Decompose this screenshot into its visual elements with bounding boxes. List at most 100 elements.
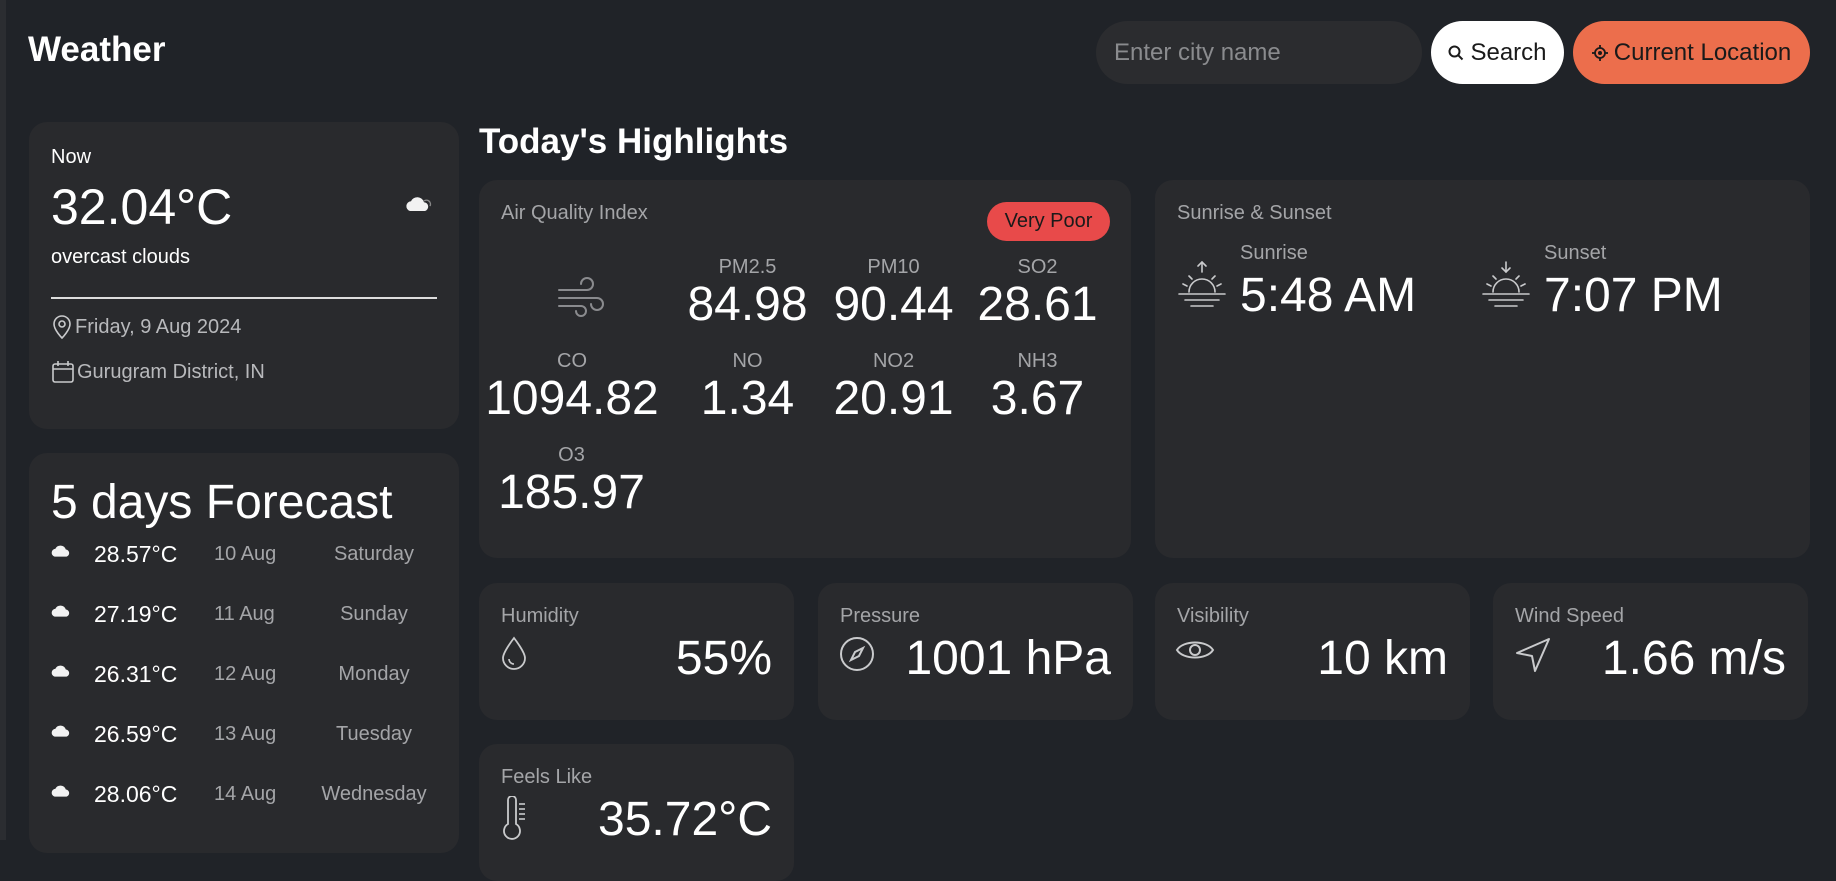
forecast-day: Monday bbox=[338, 663, 410, 685]
forecast-day: Wednesday bbox=[321, 783, 427, 805]
sunset-time: 7:07 PM bbox=[1544, 269, 1723, 322]
sunrise-sunset-card: Sunrise & Sunset Sunrise 5:48 AM Sunset bbox=[1155, 180, 1810, 558]
now-label: Now bbox=[51, 146, 92, 168]
pressure-value: 1001 hPa bbox=[905, 632, 1111, 685]
cloud-icon bbox=[51, 545, 70, 557]
wind-speed-label: Wind Speed bbox=[1515, 605, 1624, 627]
aqi-item-pm25: PM2.5 84.98 bbox=[675, 256, 820, 331]
aqi-item-value: 84.98 bbox=[687, 278, 808, 331]
current-location-label: Current Location bbox=[1613, 38, 1792, 66]
aqi-item-value: 20.91 bbox=[833, 372, 954, 425]
location-row: Gurugram District, IN bbox=[51, 360, 265, 384]
cloud-icon bbox=[51, 605, 70, 617]
pressure-card: Pressure 1001 hPa bbox=[818, 583, 1133, 720]
current-weather-card: Now 32.04°C overcast clouds Friday, 9 Au… bbox=[29, 122, 459, 429]
forecast-temp: 27.19°C bbox=[94, 601, 178, 627]
current-condition: overcast clouds bbox=[51, 246, 190, 268]
aqi-item-nh3: NH3 3.67 bbox=[965, 350, 1110, 425]
aqi-item-name: NO bbox=[732, 350, 763, 372]
calendar-icon bbox=[52, 361, 74, 383]
cloud-icon bbox=[51, 665, 70, 677]
forecast-title: 5 days Forecast bbox=[51, 476, 393, 529]
forecast-day: Saturday bbox=[333, 543, 415, 565]
forecast-row: 27.19°C 11 Aug Sunday bbox=[49, 593, 449, 633]
forecast-temp: 28.06°C bbox=[94, 781, 178, 807]
aqi-item-value: 185.97 bbox=[498, 466, 645, 519]
current-temperature: 32.04°C bbox=[51, 179, 233, 235]
navigation-arrow-icon bbox=[1516, 638, 1550, 672]
forecast-date: 11 Aug bbox=[214, 603, 275, 625]
aqi-item-value: 1094.82 bbox=[485, 372, 659, 425]
feels-like-value: 35.72°C bbox=[598, 793, 772, 846]
search-input[interactable] bbox=[1096, 21, 1422, 84]
aqi-item-name: NO2 bbox=[872, 350, 915, 372]
forecast-card: 5 days Forecast 28.57°C 10 Aug Saturday … bbox=[29, 453, 459, 853]
aqi-item-no: NO 1.34 bbox=[675, 350, 820, 425]
humidity-card: Humidity 55% bbox=[479, 583, 794, 720]
forecast-row: 28.57°C 10 Aug Saturday bbox=[49, 533, 449, 573]
forecast-day: Sunday bbox=[340, 603, 408, 625]
aqi-status-badge: Very Poor bbox=[987, 202, 1110, 241]
search-button[interactable]: Search bbox=[1431, 21, 1564, 84]
aqi-item-value: 28.61 bbox=[977, 278, 1098, 331]
feels-like-label: Feels Like bbox=[501, 766, 593, 788]
divider bbox=[51, 297, 437, 299]
forecast-temp: 26.59°C bbox=[94, 721, 178, 747]
aqi-item-name: PM2.5 bbox=[718, 256, 777, 278]
forecast-row: 26.59°C 13 Aug Tuesday bbox=[49, 713, 449, 753]
forecast-day: Tuesday bbox=[336, 723, 412, 745]
sun-label: Sunrise & Sunset bbox=[1177, 202, 1332, 224]
wind-speed-card: Wind Speed 1.66 m/s bbox=[1493, 583, 1808, 720]
sunset-icon bbox=[1482, 261, 1530, 307]
droplet-icon bbox=[502, 636, 526, 670]
date-row: Friday, 9 Aug 2024 bbox=[51, 314, 241, 340]
visibility-label: Visibility bbox=[1177, 605, 1249, 627]
aqi-item-no2: NO2 20.91 bbox=[821, 350, 966, 425]
thermometer-icon bbox=[503, 796, 525, 840]
aqi-item-co: CO 1094.82 bbox=[472, 350, 672, 425]
air-quality-card: Air Quality Index Very Poor PM2.5 84.98 … bbox=[479, 180, 1131, 558]
aqi-item-name: SO2 bbox=[1017, 256, 1058, 278]
humidity-label: Humidity bbox=[501, 605, 579, 627]
crosshair-icon bbox=[1591, 44, 1608, 61]
forecast-temp: 28.57°C bbox=[94, 541, 178, 567]
sunset-label: Sunset bbox=[1544, 242, 1607, 264]
aqi-item-name: O3 bbox=[558, 444, 585, 466]
aqi-item-o3: O3 185.97 bbox=[494, 444, 649, 519]
visibility-card: Visibility 10 km bbox=[1155, 583, 1470, 720]
map-pin-icon bbox=[53, 315, 71, 340]
sunrise-label: Sunrise bbox=[1240, 242, 1308, 264]
highlights-title: Today's Highlights bbox=[479, 122, 789, 161]
forecast-date: 12 Aug bbox=[214, 663, 277, 685]
sunrise-icon bbox=[1178, 260, 1226, 307]
search-icon bbox=[1448, 45, 1464, 60]
search-button-label: Search bbox=[1470, 38, 1547, 66]
visibility-value: 10 km bbox=[1317, 632, 1448, 685]
wind-icon bbox=[558, 277, 604, 317]
aqi-item-so2: SO2 28.61 bbox=[965, 256, 1110, 331]
feels-like-card: Feels Like 35.72°C bbox=[479, 744, 794, 881]
forecast-row: 28.06°C 14 Aug Wednesday bbox=[49, 773, 449, 813]
app-title: Weather bbox=[28, 30, 166, 69]
wind-speed-value: 1.66 m/s bbox=[1601, 632, 1786, 685]
aqi-item-value: 90.44 bbox=[833, 278, 954, 331]
forecast-row: 26.31°C 12 Aug Monday bbox=[49, 653, 449, 693]
current-location-button[interactable]: Current Location bbox=[1573, 21, 1810, 84]
cloud-icon bbox=[51, 725, 70, 737]
cloud-icon bbox=[51, 785, 70, 797]
cloud-icon bbox=[406, 197, 432, 211]
forecast-temp: 26.31°C bbox=[94, 661, 178, 687]
current-location: Gurugram District, IN bbox=[77, 360, 265, 383]
aqi-item-name: CO bbox=[557, 350, 587, 372]
humidity-value: 55% bbox=[675, 632, 772, 685]
sunrise-time: 5:48 AM bbox=[1240, 269, 1417, 322]
forecast-date: 14 Aug bbox=[214, 783, 277, 805]
aqi-item-value: 1.34 bbox=[700, 372, 795, 425]
pressure-label: Pressure bbox=[840, 605, 921, 627]
forecast-date: 13 Aug bbox=[214, 723, 277, 745]
aqi-item-value: 3.67 bbox=[990, 372, 1085, 425]
forecast-date: 10 Aug bbox=[214, 543, 277, 565]
compass-icon bbox=[840, 637, 874, 671]
aqi-item-name: NH3 bbox=[1017, 350, 1058, 372]
aqi-item-pm10: PM10 90.44 bbox=[821, 256, 966, 331]
